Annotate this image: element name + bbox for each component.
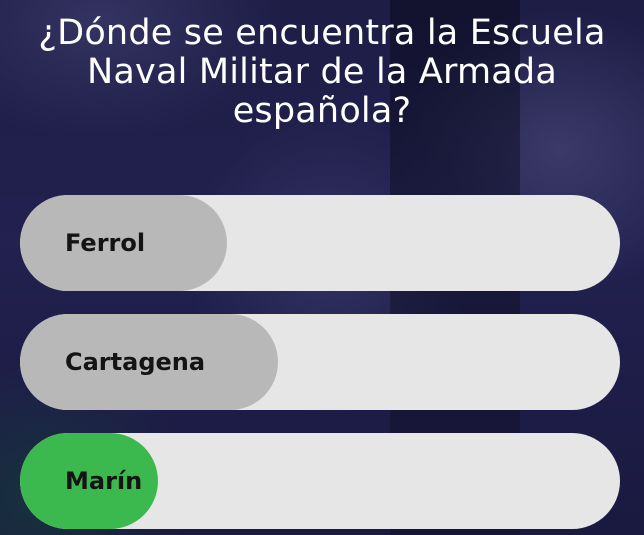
answer-option-ferrol[interactable]: Ferrol xyxy=(20,195,620,291)
question-text: ¿Dónde se encuentra la Escuela Naval Mil… xyxy=(38,13,606,131)
answer-option-cartagena[interactable]: Cartagena xyxy=(20,314,620,410)
answer-option-marin[interactable]: Marín xyxy=(20,433,620,529)
answer-label: Cartagena xyxy=(65,348,206,376)
answer-label: Ferrol xyxy=(65,229,146,257)
answer-label: Marín xyxy=(65,467,143,495)
answer-options: Ferrol Cartagena Marín xyxy=(20,195,620,535)
